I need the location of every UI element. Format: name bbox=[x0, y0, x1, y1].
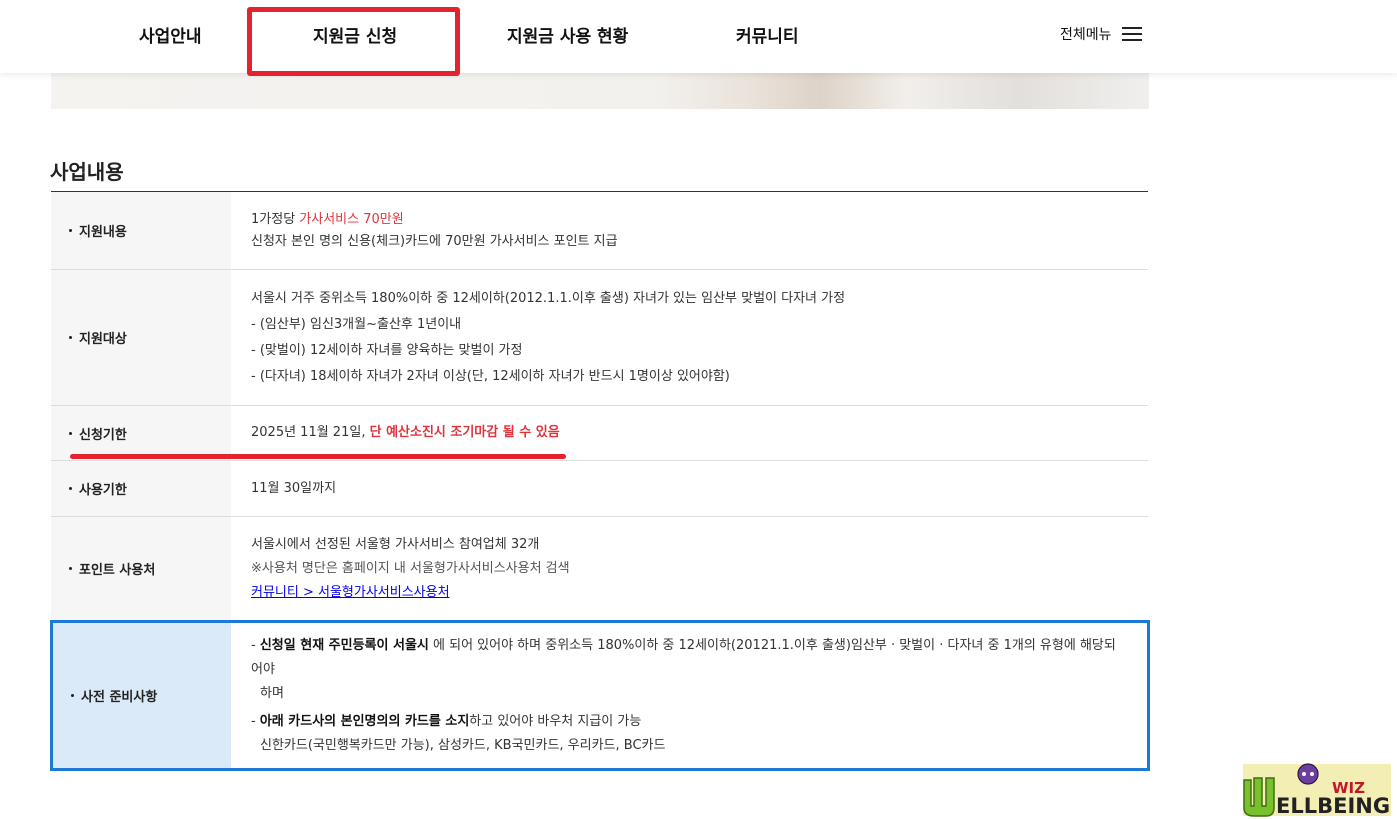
row-value: - 신청일 현재 주민등록이 서울시 에 되어 있어야 하며 중위소득 180%… bbox=[231, 623, 1147, 768]
table-row: 지원내용 1가정당 가사서비스 70만원 신청자 본인 명의 신용(체크)카드에… bbox=[51, 192, 1148, 270]
bullet-icon bbox=[69, 431, 72, 435]
preparation-item-1-cont: 하며 bbox=[260, 685, 284, 701]
dash: - bbox=[251, 713, 260, 729]
eligible-card-list: 신한카드(국민행복카드만 가능), 삼성카드, KB국민카드, 우리카드, BC… bbox=[260, 737, 666, 753]
row-label: 사용기한 bbox=[51, 461, 231, 516]
early-close-warning: 단 예산소진시 조기마감 될 수 있음 bbox=[369, 425, 560, 440]
top-navigation-bar: 사업안내 지원금 신청 지원금 사용 현황 커뮤니티 전체메뉴 bbox=[0, 0, 1397, 73]
point-usage-note: ※사용처 명단은 홈페이지 내 서울형가사서비스사용처 검색 bbox=[251, 560, 570, 576]
apply-deadline-date: 2025년 11월 21일, bbox=[251, 425, 370, 440]
use-deadline-label: 사용기한 bbox=[79, 483, 127, 498]
apply-deadline-label: 신청기한 bbox=[79, 427, 127, 443]
nav-community[interactable]: 커뮤니티 bbox=[736, 22, 799, 47]
all-menu-label: 전체메뉴 bbox=[1060, 27, 1112, 43]
support-content-line1: 1가정당 가사서비스 70만원 bbox=[251, 209, 1128, 231]
row-value: 11월 30일까지 bbox=[231, 461, 1148, 516]
dash: - bbox=[251, 637, 260, 653]
support-target-line: - (임산부) 임신3개월~출산후 1년이내 bbox=[251, 316, 462, 332]
nav-apply-subsidy[interactable]: 지원금 신청 bbox=[313, 22, 397, 47]
use-deadline-value: 11월 30일까지 bbox=[251, 480, 337, 496]
support-target-line: 서울시 거주 중위소득 180%이하 중 12세이하(2012.1.1.이후 출… bbox=[251, 290, 846, 306]
bullet-icon bbox=[69, 567, 72, 570]
card-requirement: 아래 카드사의 본인명의의 카드를 소지 bbox=[259, 713, 470, 729]
business-content-table: 지원내용 1가정당 가사서비스 70만원 신청자 본인 명의 신용(체크)카드에… bbox=[51, 191, 1148, 620]
row-label: 사전 준비사항 bbox=[53, 623, 231, 768]
nav-business-info[interactable]: 사업안내 bbox=[139, 22, 202, 47]
table-row: 신청기한 2025년 11월 21일, 단 예산소진시 조기마감 될 수 있음 bbox=[51, 406, 1148, 461]
preparation-item-1: - 신청일 현재 주민등록이 서울시 에 되어 있어야 하며 중위소득 180%… bbox=[251, 634, 1127, 682]
preparation-item-2-rest: 하고 있어야 바우처 지급이 가능 bbox=[469, 713, 642, 729]
row-label: 포인트 사용처 bbox=[51, 517, 231, 620]
row-value: 2025년 11월 21일, 단 예산소진시 조기마감 될 수 있음 bbox=[231, 406, 1148, 460]
row-label: 지원내용 bbox=[51, 192, 231, 269]
bullet-icon bbox=[69, 336, 72, 339]
usage-place-link[interactable]: 커뮤니티 > 서울형가사서비스사용처 bbox=[251, 585, 450, 600]
support-amount-highlight: 가사서비스 70만원 bbox=[299, 211, 404, 227]
support-target-label: 지원대상 bbox=[79, 332, 127, 347]
row-value: 1가정당 가사서비스 70만원 신청자 본인 명의 신용(체크)카드에 70만원… bbox=[231, 192, 1148, 269]
support-amount-prefix: 1가정당 bbox=[251, 211, 300, 227]
deadline-highlight-underline bbox=[70, 454, 566, 459]
apply-deadline-value: 2025년 11월 21일, 단 예산소진시 조기마감 될 수 있음 bbox=[251, 420, 1128, 446]
support-target-line: - (다자녀) 18세이하 자녀가 2자녀 이상(단, 12세이하 자녀가 반드… bbox=[251, 368, 730, 384]
bullet-icon bbox=[69, 229, 72, 232]
banner-image bbox=[51, 73, 1149, 109]
row-value: 서울시 거주 중위소득 180%이하 중 12세이하(2012.1.1.이후 출… bbox=[231, 270, 1148, 405]
support-content-line2: 신청자 본인 명의 신용(체크)카드에 70만원 가사서비스 포인트 지급 bbox=[251, 233, 618, 249]
bullet-icon bbox=[71, 694, 74, 697]
logo-ellbeing-text: ELLBEING bbox=[1276, 794, 1390, 818]
table-row: 지원대상 서울시 거주 중위소득 180%이하 중 12세이하(2012.1.1… bbox=[51, 270, 1148, 406]
preparation-row: 사전 준비사항 - 신청일 현재 주민등록이 서울시 에 되어 있어야 하며 중… bbox=[50, 620, 1150, 771]
table-row: 사용기한 11월 30일까지 bbox=[51, 461, 1148, 517]
hamburger-menu-icon bbox=[1121, 26, 1142, 42]
wellbeing-logo: WIZ ELLBEING bbox=[1243, 763, 1391, 818]
all-menu-button[interactable]: 전체메뉴 bbox=[1060, 24, 1142, 44]
nav-subsidy-usage-status[interactable]: 지원금 사용 현황 bbox=[507, 22, 628, 47]
point-usage-line1: 서울시에서 선정된 서울형 가사서비스 참여업체 32개 bbox=[251, 536, 540, 552]
point-usage-label: 포인트 사용처 bbox=[79, 563, 156, 578]
row-label: 지원대상 bbox=[51, 270, 231, 405]
preparation-label: 사전 준비사항 bbox=[81, 690, 158, 705]
support-target-line: - (맞벌이) 12세이하 자녀를 양육하는 맞벌이 가정 bbox=[251, 342, 523, 358]
row-label: 신청기한 bbox=[51, 406, 231, 460]
bullet-icon bbox=[69, 487, 72, 490]
residence-requirement: 신청일 현재 주민등록이 서울시 bbox=[259, 637, 429, 653]
section-title: 사업내용 bbox=[50, 160, 124, 184]
table-row: 포인트 사용처 서울시에서 선정된 서울형 가사서비스 참여업체 32개 ※사용… bbox=[51, 517, 1148, 620]
support-content-label: 지원내용 bbox=[79, 225, 127, 240]
preparation-item-2: - 아래 카드사의 본인명의의 카드를 소지하고 있어야 바우처 지급이 가능 bbox=[251, 710, 1127, 734]
row-value: 서울시에서 선정된 서울형 가사서비스 참여업체 32개 ※사용처 명단은 홈페… bbox=[231, 517, 1148, 620]
